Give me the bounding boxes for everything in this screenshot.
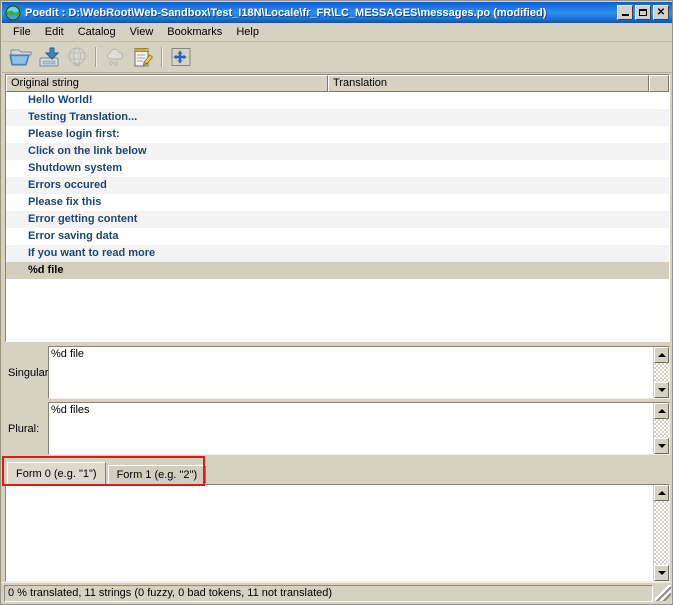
list-body: Hello World! Testing Translation... Plea… — [6, 92, 669, 341]
status-bar: 0 % translated, 11 strings (0 fuzzy, 0 b… — [2, 582, 673, 603]
table-row[interactable]: Testing Translation... — [6, 109, 669, 126]
cell-original-string: Shutdown system — [6, 160, 618, 177]
translation-scrollbar[interactable] — [653, 485, 669, 581]
arrow-up-icon — [658, 353, 666, 357]
fullscreen-button[interactable] — [167, 44, 195, 71]
status-text: 0 % translated, 11 strings (0 fuzzy, 0 b… — [4, 585, 653, 602]
maximize-button[interactable] — [635, 5, 651, 20]
singular-value: %d file — [49, 347, 653, 398]
catalog-list[interactable]: Original string Translation Hello World!… — [5, 74, 670, 342]
cell-original-string: Please fix this — [6, 194, 618, 211]
window-controls: ✕ — [617, 5, 669, 20]
table-row[interactable]: Error saving data — [6, 228, 669, 245]
plural-scrollbar[interactable] — [653, 403, 669, 454]
poedit-window: Poedit : D:\WebRoot\Web-Sandbox\Test_I18… — [0, 0, 673, 605]
plural-label: Plural: — [5, 402, 48, 455]
maximize-icon — [639, 9, 647, 16]
arrow-down-icon — [658, 388, 666, 392]
plural-input[interactable]: %d files — [48, 402, 670, 455]
menu-item-help[interactable]: Help — [229, 24, 266, 40]
plural-field-row: Plural: %d files — [5, 402, 670, 455]
table-row[interactable]: Error getting content — [6, 211, 669, 228]
cell-original-string: Click on the link below — [6, 143, 618, 160]
cell-original-string: Error getting content — [6, 211, 618, 228]
table-row[interactable]: Errors occured — [6, 177, 669, 194]
arrow-down-icon — [658, 444, 666, 448]
table-row[interactable]: Please fix this — [6, 194, 669, 211]
scroll-up-button[interactable] — [654, 485, 669, 501]
arrow-down-icon — [658, 571, 666, 575]
menu-item-edit[interactable]: Edit — [38, 24, 71, 40]
cell-original-string: Please login first: — [6, 126, 618, 143]
singular-label: Singular: — [5, 346, 48, 399]
plural-form-tabs: Form 0 (e.g. "1") Form 1 (e.g. "2") — [5, 460, 670, 485]
tab-form-1[interactable]: Form 1 (e.g. "2") — [108, 465, 207, 484]
cell-original-string: Errors occured — [6, 177, 618, 194]
plural-value: %d files — [49, 403, 653, 454]
menu-bar: File Edit Catalog View Bookmarks Help — [2, 23, 673, 42]
scroll-down-button[interactable] — [654, 382, 669, 398]
column-header-flag[interactable] — [649, 75, 669, 92]
scroll-track[interactable] — [654, 363, 669, 382]
menu-item-view[interactable]: View — [123, 24, 161, 40]
open-catalog-button[interactable] — [7, 44, 35, 71]
arrow-up-icon — [658, 491, 666, 495]
globe-icon — [65, 46, 89, 68]
close-button[interactable]: ✕ — [653, 5, 669, 20]
menu-item-file[interactable]: File — [6, 24, 38, 40]
table-row[interactable]: Click on the link below — [6, 143, 669, 160]
cell-original-string: If you want to read more — [6, 245, 618, 262]
table-row-selected[interactable]: %d file — [6, 262, 669, 279]
scroll-track[interactable] — [654, 419, 669, 438]
list-header: Original string Translation — [6, 75, 669, 92]
scroll-down-button[interactable] — [654, 565, 669, 581]
singular-input[interactable]: %d file — [48, 346, 670, 399]
table-row[interactable]: Please login first: — [6, 126, 669, 143]
title-bar: Poedit : D:\WebRoot\Web-Sandbox\Test_I18… — [2, 2, 673, 23]
scroll-track[interactable] — [654, 501, 669, 565]
cell-original-string: Testing Translation... — [6, 109, 618, 126]
save-disk-icon — [37, 46, 61, 68]
scroll-up-button[interactable] — [654, 347, 669, 363]
notepad-pencil-icon — [131, 46, 155, 68]
menu-item-catalog[interactable]: Catalog — [71, 24, 123, 40]
edit-comment-button[interactable] — [129, 44, 157, 71]
scroll-up-button[interactable] — [654, 403, 669, 419]
singular-scrollbar[interactable] — [653, 347, 669, 398]
toolbar — [2, 42, 673, 73]
tab-form-0[interactable]: Form 0 (e.g. "1") — [7, 462, 106, 485]
column-header-original[interactable]: Original string — [6, 75, 328, 92]
singular-field-row: Singular: %d file — [5, 346, 670, 399]
globe-icon — [5, 5, 21, 21]
cell-original-string: Hello World! — [6, 92, 618, 109]
arrow-up-icon — [658, 409, 666, 413]
fuzzy-button[interactable] — [101, 44, 129, 71]
translation-value — [6, 485, 653, 581]
minimize-button[interactable] — [617, 5, 633, 20]
toolbar-separator-1 — [95, 47, 97, 67]
fullscreen-arrows-icon — [170, 47, 192, 67]
column-header-translation[interactable]: Translation — [328, 75, 649, 92]
toolbar-separator-2 — [161, 47, 163, 67]
update-catalog-button[interactable] — [63, 44, 91, 71]
table-row[interactable]: If you want to read more — [6, 245, 669, 262]
scroll-down-button[interactable] — [654, 438, 669, 454]
menu-item-bookmarks[interactable]: Bookmarks — [160, 24, 229, 40]
open-folder-icon — [9, 46, 33, 68]
save-catalog-button[interactable] — [35, 44, 63, 71]
table-row[interactable]: Hello World! — [6, 92, 669, 109]
resize-grip-icon[interactable] — [655, 585, 671, 601]
cell-original-string: %d file — [6, 262, 618, 279]
translation-input[interactable] — [5, 484, 670, 582]
cell-original-string: Error saving data — [6, 228, 618, 245]
cloud-icon — [103, 46, 127, 68]
window-title: Poedit : D:\WebRoot\Web-Sandbox\Test_I18… — [25, 7, 617, 19]
close-icon: ✕ — [657, 8, 665, 18]
minimize-icon — [622, 14, 629, 16]
table-row[interactable]: Shutdown system — [6, 160, 669, 177]
